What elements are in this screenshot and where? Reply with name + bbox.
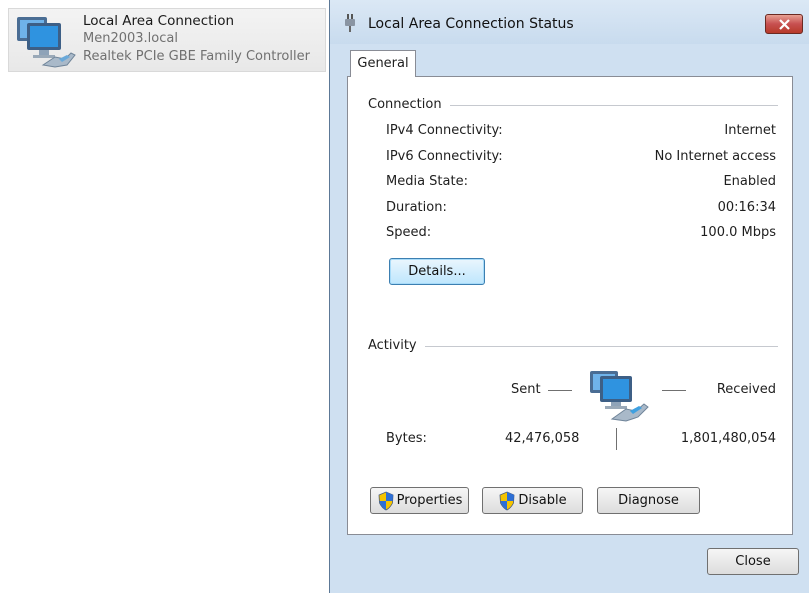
- received-label: Received: [716, 382, 776, 397]
- adapter-domain: Men2003.local: [83, 31, 178, 46]
- disable-button-label: Disable: [518, 493, 567, 508]
- ipv4-value: Internet: [724, 123, 776, 138]
- sent-label: Sent: [511, 382, 541, 397]
- network-adapter-item[interactable]: Local Area Connection Men2003.local Real…: [8, 8, 326, 72]
- ipv4-label: IPv4 Connectivity:: [386, 123, 503, 138]
- properties-button[interactable]: Properties: [370, 487, 469, 514]
- dialog-title: Local Area Connection Status: [368, 16, 574, 32]
- bytes-received-value: 1,801,480,054: [680, 431, 776, 446]
- tab-general[interactable]: General: [350, 50, 416, 77]
- duration-value: 00:16:34: [717, 200, 776, 215]
- network-adapter-icon: [17, 17, 76, 68]
- media-state-value: Enabled: [723, 174, 776, 189]
- bytes-sent-value: 42,476,058: [505, 431, 580, 446]
- diagnose-button[interactable]: Diagnose: [597, 487, 700, 514]
- ipv6-label: IPv6 Connectivity:: [386, 149, 503, 164]
- adapter-device: Realtek PCIe GBE Family Controller: [83, 49, 310, 64]
- duration-label: Duration:: [386, 200, 447, 215]
- bytes-label: Bytes:: [386, 431, 427, 446]
- media-state-label: Media State:: [386, 174, 468, 189]
- received-connector: [662, 390, 686, 391]
- status-dialog: Local Area Connection Status General Con…: [329, 0, 809, 593]
- disable-button[interactable]: Disable: [482, 487, 583, 514]
- details-button[interactable]: Details...: [389, 258, 485, 285]
- window-close-button[interactable]: [765, 14, 803, 34]
- close-icon: [779, 19, 790, 30]
- adapter-name: Local Area Connection: [83, 13, 235, 29]
- uac-shield-icon: [378, 491, 394, 510]
- speed-label: Speed:: [386, 225, 432, 240]
- dialog-titlebar[interactable]: Local Area Connection Status: [330, 0, 809, 44]
- network-computers-icon: [590, 371, 649, 422]
- properties-button-label: Properties: [396, 493, 463, 508]
- close-button[interactable]: Close: [707, 548, 799, 575]
- connection-divider: [448, 105, 778, 106]
- activity-group-title: Activity: [368, 338, 425, 353]
- general-tab-panel: Connection IPv4 Connectivity: Internet I…: [347, 76, 793, 535]
- speed-value: 100.0 Mbps: [700, 225, 776, 240]
- uac-shield-icon: [499, 491, 515, 510]
- connection-group-title: Connection: [368, 97, 450, 112]
- activity-divider: [424, 346, 778, 347]
- network-plug-icon: [345, 14, 355, 32]
- bytes-separator: [616, 428, 617, 450]
- ipv6-value: No Internet access: [654, 149, 776, 164]
- sent-connector: [548, 390, 572, 391]
